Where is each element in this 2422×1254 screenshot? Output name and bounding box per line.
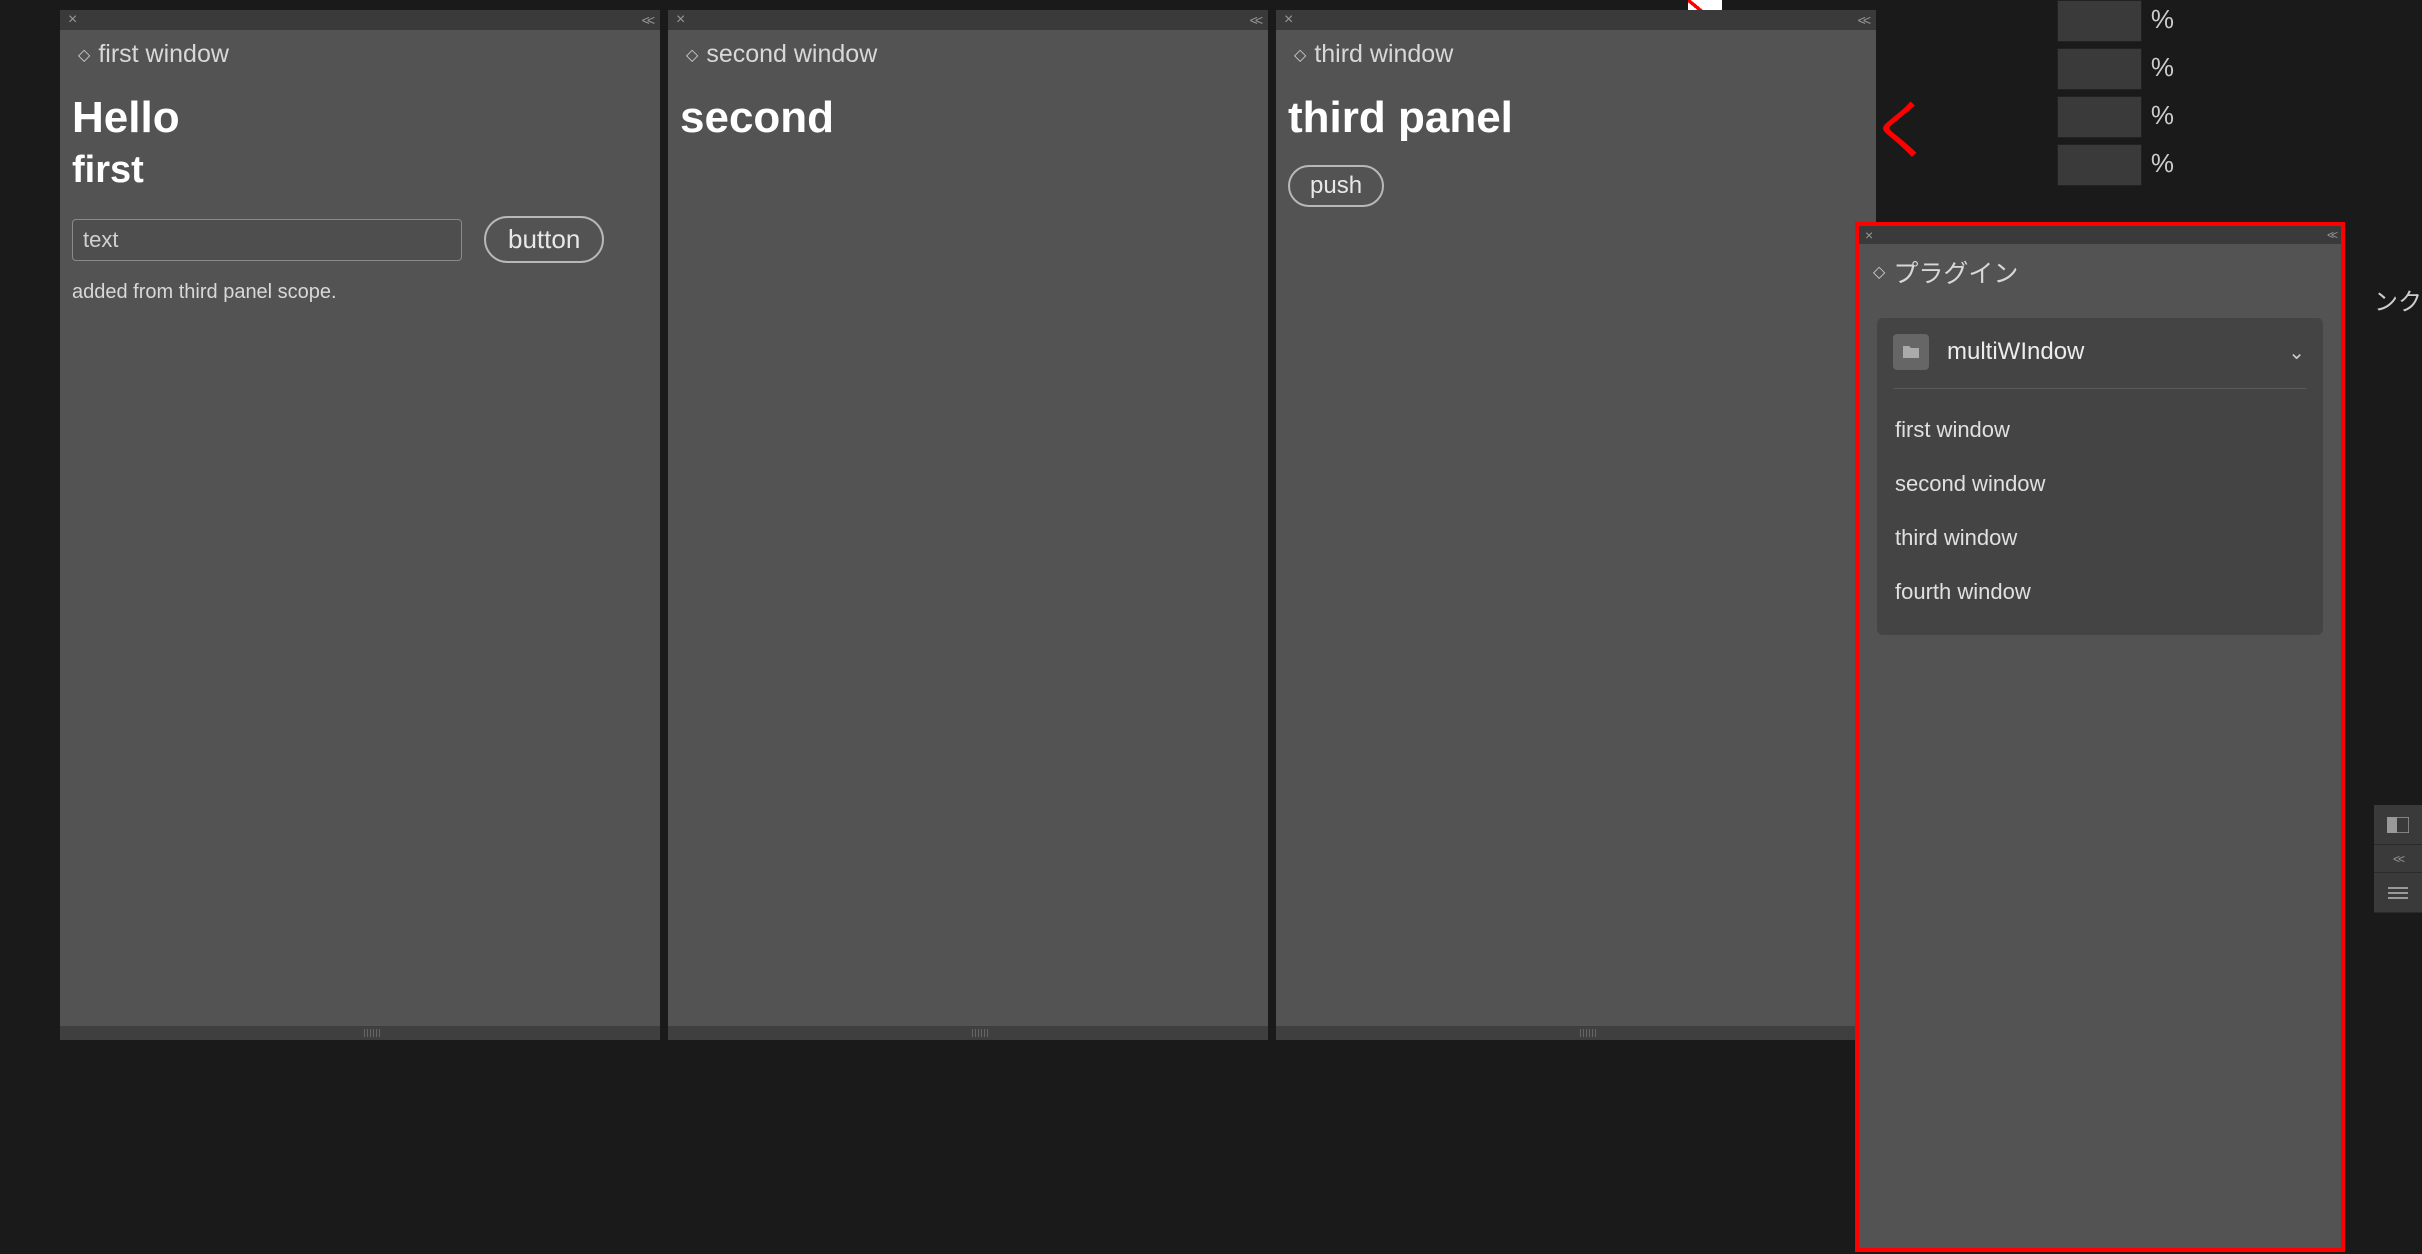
- collapse-icon[interactable]: <<: [2327, 228, 2335, 242]
- close-icon[interactable]: ×: [1865, 228, 1873, 242]
- panel-heading-1: second: [680, 93, 1256, 143]
- panel-content: third panel push: [1276, 79, 1876, 1026]
- percent-field-2[interactable]: [2057, 48, 2142, 90]
- close-icon[interactable]: ×: [1284, 12, 1293, 28]
- sidebar-collapse-icon[interactable]: <<: [2374, 845, 2422, 873]
- plugin-item-third-window[interactable]: third window: [1893, 511, 2307, 565]
- percent-field-3[interactable]: [2057, 96, 2142, 138]
- plugin-title-row[interactable]: multiWIndow ⌄: [1893, 334, 2307, 389]
- right-fragment-text: ンク: [2374, 282, 2422, 317]
- panel-heading-1: Hello: [72, 93, 648, 143]
- close-icon[interactable]: ×: [676, 12, 685, 28]
- percent-symbol-4: %: [2151, 148, 2174, 179]
- panel-tab-first[interactable]: ◇ first window: [60, 30, 247, 79]
- resize-vertical-icon: ◇: [1873, 262, 1885, 282]
- tab-title: third window: [1314, 40, 1453, 69]
- panel-header: × <<: [1276, 10, 1876, 30]
- percent-field-1[interactable]: [2057, 0, 2142, 42]
- panel-heading-1: third panel: [1288, 93, 1864, 143]
- panel-third-window: × << ◇ third window third panel push: [1276, 10, 1876, 1040]
- plugin-body: multiWIndow ⌄ first window second window…: [1859, 300, 2341, 653]
- grip-icon[interactable]: [1580, 1029, 1596, 1037]
- folder-icon: [1893, 334, 1929, 370]
- panel-second-window: × << ◇ second window second: [668, 10, 1268, 1040]
- resize-vertical-icon: ◇: [78, 45, 90, 65]
- plugin-name: multiWIndow: [1947, 338, 2084, 366]
- percent-symbol-1: %: [2151, 4, 2174, 35]
- close-icon[interactable]: ×: [68, 12, 77, 28]
- percent-symbol-2: %: [2151, 52, 2174, 83]
- panel-first-window: × << ◇ first window Hello first button a…: [60, 10, 660, 1040]
- grip-icon[interactable]: [364, 1029, 380, 1037]
- input-row: button: [72, 216, 648, 263]
- plugin-panel: × << ◇ プラグイン multiWIndow ⌄ first window …: [1855, 222, 2345, 1252]
- panel-heading-2: first: [72, 149, 648, 192]
- collapse-icon[interactable]: <<: [1858, 12, 1868, 28]
- panel-content: second: [668, 79, 1268, 1026]
- plugin-tab-title: プラグイン: [1893, 254, 2018, 290]
- panel-header: × <<: [60, 10, 660, 30]
- footer-message: added from third panel scope.: [72, 281, 648, 304]
- panel-tab-third[interactable]: ◇ third window: [1276, 30, 1471, 79]
- chevron-down-icon[interactable]: ⌄: [2288, 340, 2305, 365]
- plugin-panel-header: × <<: [1859, 226, 2341, 244]
- panel-footer: [60, 1026, 660, 1040]
- panel-content: Hello first button added from third pane…: [60, 79, 660, 1026]
- panel-footer: [1276, 1026, 1876, 1040]
- panel-footer: [668, 1026, 1268, 1040]
- tab-title: second window: [706, 40, 877, 69]
- push-button[interactable]: push: [1288, 165, 1384, 207]
- text-input[interactable]: [72, 219, 462, 261]
- plugin-item-fourth-window[interactable]: fourth window: [1893, 565, 2307, 619]
- percent-symbol-3: %: [2151, 100, 2174, 131]
- panel-tab-second[interactable]: ◇ second window: [668, 30, 895, 79]
- percent-field-4[interactable]: [2057, 144, 2142, 186]
- workspace: × << ◇ first window Hello first button a…: [60, 10, 1876, 1040]
- plugin-card: multiWIndow ⌄ first window second window…: [1877, 318, 2323, 635]
- right-sidebar: <<: [2374, 805, 2422, 913]
- resize-vertical-icon: ◇: [1294, 45, 1306, 65]
- sidebar-panel-icon[interactable]: [2374, 805, 2422, 845]
- resize-vertical-icon: ◇: [686, 45, 698, 65]
- panel-header: × <<: [668, 10, 1268, 30]
- grip-icon[interactable]: [972, 1029, 988, 1037]
- tab-title: first window: [98, 40, 229, 69]
- collapse-icon[interactable]: <<: [1250, 12, 1260, 28]
- plugin-item-first-window[interactable]: first window: [1893, 403, 2307, 457]
- button[interactable]: button: [484, 216, 604, 263]
- plugin-item-second-window[interactable]: second window: [1893, 457, 2307, 511]
- plugin-tab[interactable]: ◇ プラグイン: [1859, 244, 2341, 300]
- sidebar-list-icon[interactable]: [2374, 873, 2422, 913]
- collapse-icon[interactable]: <<: [642, 12, 652, 28]
